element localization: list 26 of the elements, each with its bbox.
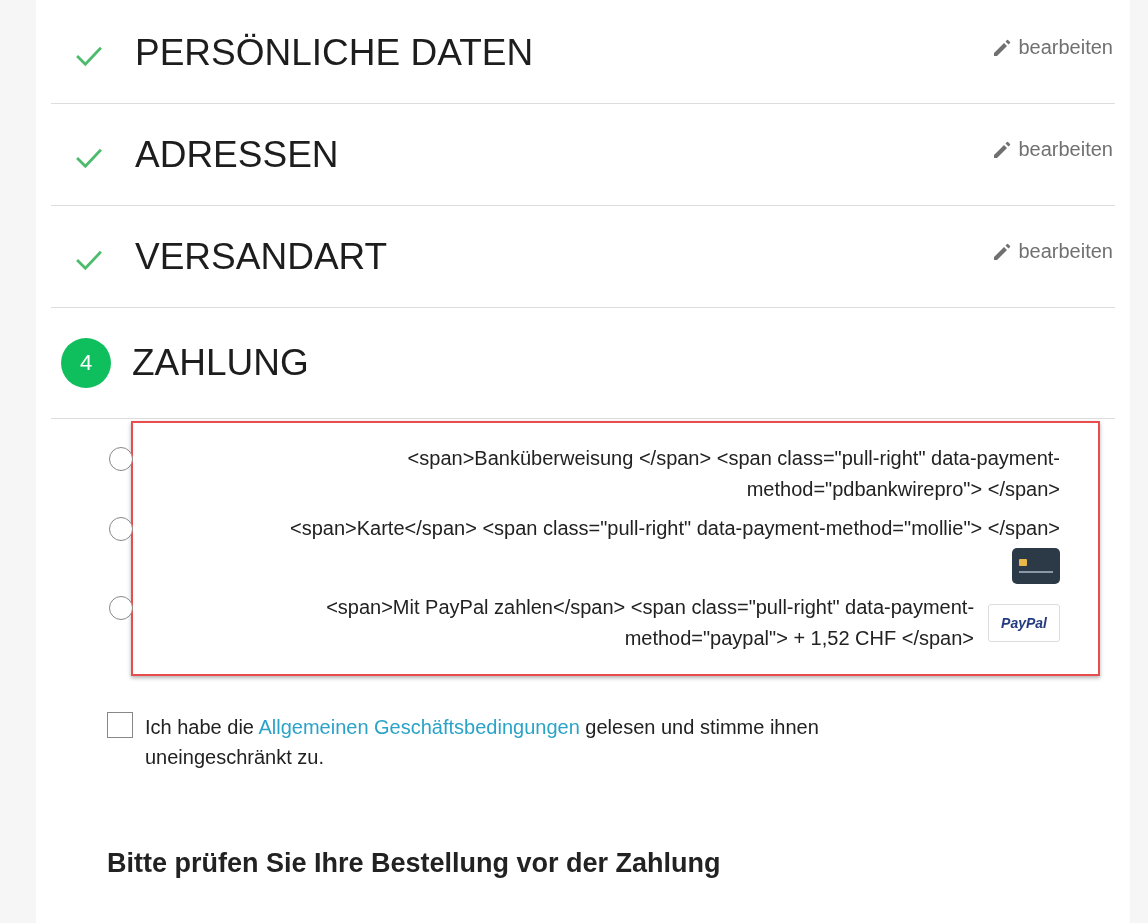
step-title: ADRESSEN xyxy=(135,133,339,176)
edit-link[interactable]: bearbeiten xyxy=(992,240,1113,263)
payment-option-label: <span>Banküberweisung </span> <span class="pull-right" data-payment-method="pdbankwirepro"> </span> xyxy=(406,446,1060,502)
payment-option-label: <span>Karte</span> <span class="pull-right" data-payment-method="mollie"> </span> xyxy=(289,516,1060,541)
step-title: ZAHLUNG xyxy=(132,342,309,384)
review-heading: Bitte prüfen Sie Ihre Bestellung vor der Zahlung xyxy=(107,848,722,879)
radio-button[interactable] xyxy=(109,517,133,541)
edit-link[interactable]: bearbeiten xyxy=(992,36,1113,59)
step-number: 4 xyxy=(61,338,111,388)
paypal-logo: PayPal xyxy=(988,604,1060,642)
check-icon xyxy=(75,248,103,271)
terms-checkbox[interactable] xyxy=(107,712,133,738)
radio-button[interactable] xyxy=(109,447,133,471)
step-title: PERSÖNLICHE DATEN xyxy=(135,31,534,74)
step-title: VERSANDART xyxy=(135,235,388,278)
pencil-icon xyxy=(992,139,1013,160)
credit-card-icon xyxy=(1012,548,1060,584)
check-icon xyxy=(75,44,103,67)
radio-button[interactable] xyxy=(109,596,133,620)
edit-link[interactable]: bearbeiten xyxy=(992,138,1113,161)
pencil-icon xyxy=(992,37,1013,58)
terms-text: Ich habe die Allgemeinen Geschäftsbedingungen gelesen und stimme ihnen uneingeschränkt zu. xyxy=(145,715,820,770)
payment-option-label: <span>Mit PayPal zahlen</span> <span class="pull-right" data-payment-method="paypal"> + 1,52 CHF </span> xyxy=(325,595,975,651)
terms-link[interactable]: Allgemeinen Geschäftsbedingungen xyxy=(258,716,580,738)
check-icon xyxy=(75,146,103,169)
pencil-icon xyxy=(992,241,1013,262)
